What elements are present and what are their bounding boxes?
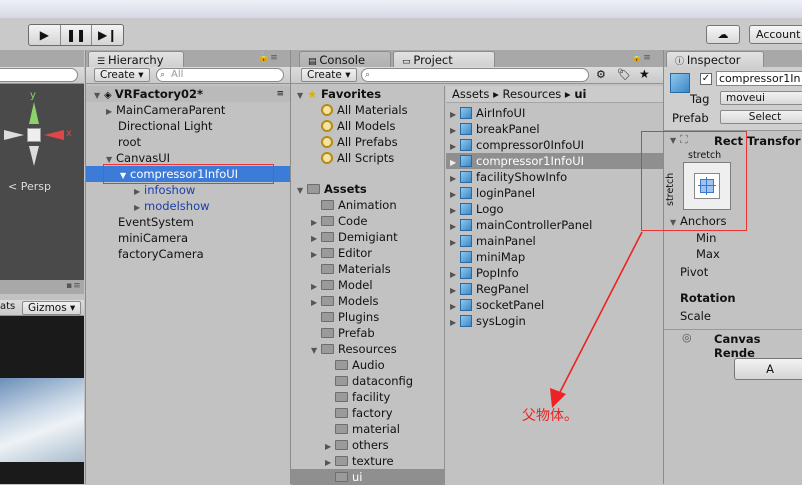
annotation-text: 父物体。 bbox=[522, 408, 578, 424]
annotation-arrow-line bbox=[557, 231, 643, 397]
annotation-arrow bbox=[550, 231, 643, 408]
